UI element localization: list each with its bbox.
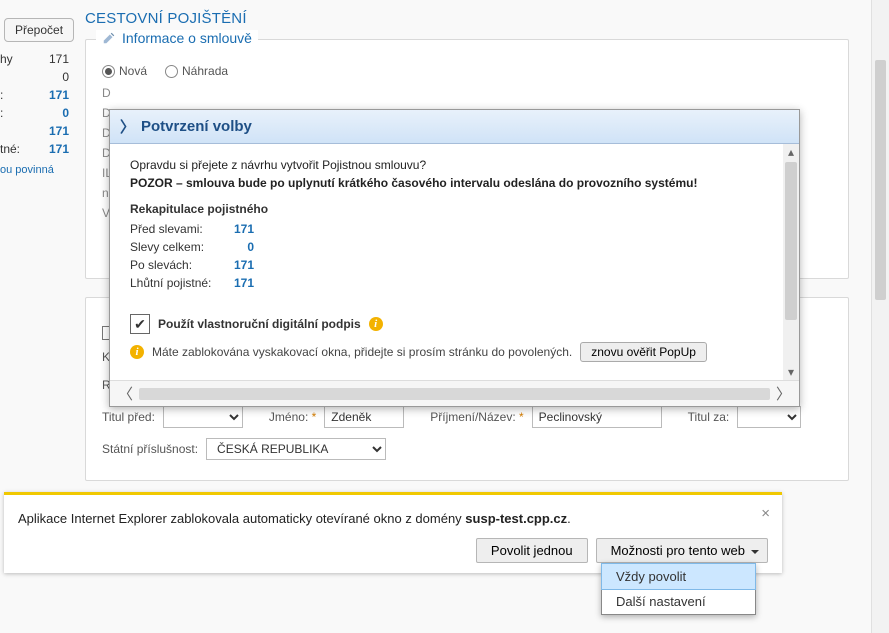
sidebar-summary: Přepočet hy 171 0 : 171 : 0 171 tné: 171 ou … <box>0 18 75 176</box>
modal-title: Potvrzení volby <box>141 118 252 135</box>
sidebar-value: 171 <box>49 124 69 138</box>
menu-always-allow[interactable]: Vždy povolit <box>601 563 756 590</box>
radio-dot-icon <box>102 65 115 78</box>
section-title-text: Informace o smlouvě <box>122 30 252 46</box>
signature-checkbox[interactable]: ✔ <box>130 314 150 334</box>
page-scrollbar[interactable] <box>871 0 889 633</box>
ie-button-row: Povolit jednou Možnosti pro tento web <box>18 538 768 563</box>
recap-label: Po slevách: <box>130 258 214 272</box>
recap-value: 171 <box>224 276 254 290</box>
close-icon[interactable]: × <box>761 505 770 522</box>
recap-value: 171 <box>224 222 254 236</box>
radio-replacement[interactable]: Náhrada <box>165 64 228 78</box>
signature-label: Použít vlastnoruční digitální podpis <box>158 317 361 331</box>
edit-icon <box>102 31 116 45</box>
allow-once-button[interactable]: Povolit jednou <box>476 538 588 563</box>
modal-header: 〉 Potvrzení volby <box>110 110 799 144</box>
info-icon: i <box>130 345 144 359</box>
ie-message: Aplikace Internet Explorer zablokovala a… <box>18 511 768 526</box>
radio-dot-icon <box>165 65 178 78</box>
recap-label: Lhůtní pojistné: <box>130 276 214 290</box>
confirmation-modal: 〉 Potvrzení volby ▴ ▾ Opravdu si přejete… <box>109 109 800 407</box>
form-row-names: Titul před: Jméno: * Příjmení/Název: * T… <box>102 406 832 428</box>
chevron-down-icon <box>751 550 759 554</box>
page-scrollbar-thumb[interactable] <box>875 60 886 300</box>
page-title: CESTOVNÍ POJIŠTĚNÍ <box>85 10 849 27</box>
recap-title: Rekapitulace pojistného <box>130 202 779 216</box>
ie-message-text: Aplikace Internet Explorer zablokovala a… <box>18 511 465 526</box>
title-before-select[interactable] <box>163 406 243 428</box>
recap-label: Slevy celkem: <box>130 240 214 254</box>
scroll-up-icon[interactable]: ▴ <box>785 144 797 160</box>
recap-value: 0 <box>224 240 254 254</box>
faded-row: D <box>102 86 832 100</box>
radio-label: Náhrada <box>182 64 228 78</box>
ie-message-text: . <box>567 511 571 526</box>
options-button-label: Možnosti pro tento web <box>611 543 745 558</box>
recap-row: Slevy celkem: 0 <box>130 238 779 256</box>
popup-info-row: i Máte zablokována vyskakovací okna, při… <box>130 342 779 362</box>
options-button[interactable]: Možnosti pro tento web <box>596 538 768 563</box>
first-name-input[interactable] <box>324 406 404 428</box>
sidebar-label: tné: <box>0 142 20 156</box>
recap-row: Po slevách: 171 <box>130 256 779 274</box>
sidebar-lines: hy 171 0 : 171 : 0 171 tné: 171 <box>0 50 75 158</box>
popup-info-text: Máte zablokována vyskakovací okna, přide… <box>152 345 572 359</box>
modal-vscrollbar[interactable]: ▴ ▾ <box>783 144 799 380</box>
menu-more-settings[interactable]: Další nastavení <box>602 589 755 614</box>
form-row-nationality: Státní příslušnost: ČESKÁ REPUBLIKA <box>102 438 832 460</box>
recap-grid: Před slevami: 171 Slevy celkem: 0 Po slevá… <box>130 220 779 292</box>
sidebar-value: 0 <box>62 70 69 84</box>
scroll-right-icon[interactable]: 〉 <box>776 383 791 404</box>
ie-options-menu: Vždy povolit Další nastavení <box>601 563 756 615</box>
scroll-left-icon[interactable]: 〈 <box>118 383 133 404</box>
title-before-label: Titul před: <box>102 410 155 424</box>
nationality-label: Státní příslušnost: <box>102 442 198 456</box>
info-icon[interactable]: i <box>369 317 383 331</box>
modal-hscroll-track[interactable] <box>139 388 770 400</box>
scroll-down-icon[interactable]: ▾ <box>785 364 797 380</box>
section-title: Informace o smlouvě <box>96 30 258 46</box>
sidebar-sep: : <box>0 88 3 102</box>
modal-body: ▴ ▾ Opravdu si přejete z návrhu vytvořit… <box>110 144 799 380</box>
sidebar-value: 171 <box>49 88 69 102</box>
title-after-select[interactable] <box>737 406 801 428</box>
modal-hscrollbar[interactable]: 〈 〉 <box>110 380 799 406</box>
first-name-label: Jméno: * <box>269 410 316 424</box>
ie-popup-blocked-bar: × Aplikace Internet Explorer zablokovala… <box>4 492 782 573</box>
recap-value: 171 <box>224 258 254 272</box>
nationality-select[interactable]: ČESKÁ REPUBLIKA <box>206 438 386 460</box>
recap-row: Před slevami: 171 <box>130 220 779 238</box>
title-after-label: Titul za: <box>688 410 730 424</box>
reverify-popup-button[interactable]: znovu ověřit PopUp <box>580 342 707 362</box>
recap-row: Lhůtní pojistné: 171 <box>130 274 779 292</box>
signature-row: ✔ Použít vlastnoruční digitální podpis i <box>130 314 779 334</box>
radio-new[interactable]: Nová <box>102 64 147 78</box>
sidebar-link[interactable]: ou povinná <box>0 158 75 176</box>
sidebar-sep: : <box>0 106 3 120</box>
contract-type-radios: Nová Náhrada <box>102 64 832 78</box>
sidebar-value: 171 <box>49 52 69 66</box>
radio-label: Nová <box>119 64 147 78</box>
sidebar-label: hy <box>0 52 13 66</box>
sidebar-value: 0 <box>62 106 69 120</box>
recalculate-button[interactable]: Přepočet <box>4 18 74 42</box>
modal-question: Opravdu si přejete z návrhu vytvořit Poj… <box>130 158 779 172</box>
modal-vscroll-thumb[interactable] <box>785 162 797 320</box>
recap-label: Před slevami: <box>130 222 214 236</box>
modal-warning: POZOR – smlouva bude po uplynutí krátkéh… <box>130 176 779 190</box>
surname-label: Příjmení/Název: * <box>430 410 523 424</box>
ie-message-domain: susp-test.cpp.cz <box>465 511 567 526</box>
chevron-right-icon: 〉 <box>120 116 135 137</box>
surname-input[interactable] <box>532 406 662 428</box>
sidebar-value: 171 <box>49 142 69 156</box>
